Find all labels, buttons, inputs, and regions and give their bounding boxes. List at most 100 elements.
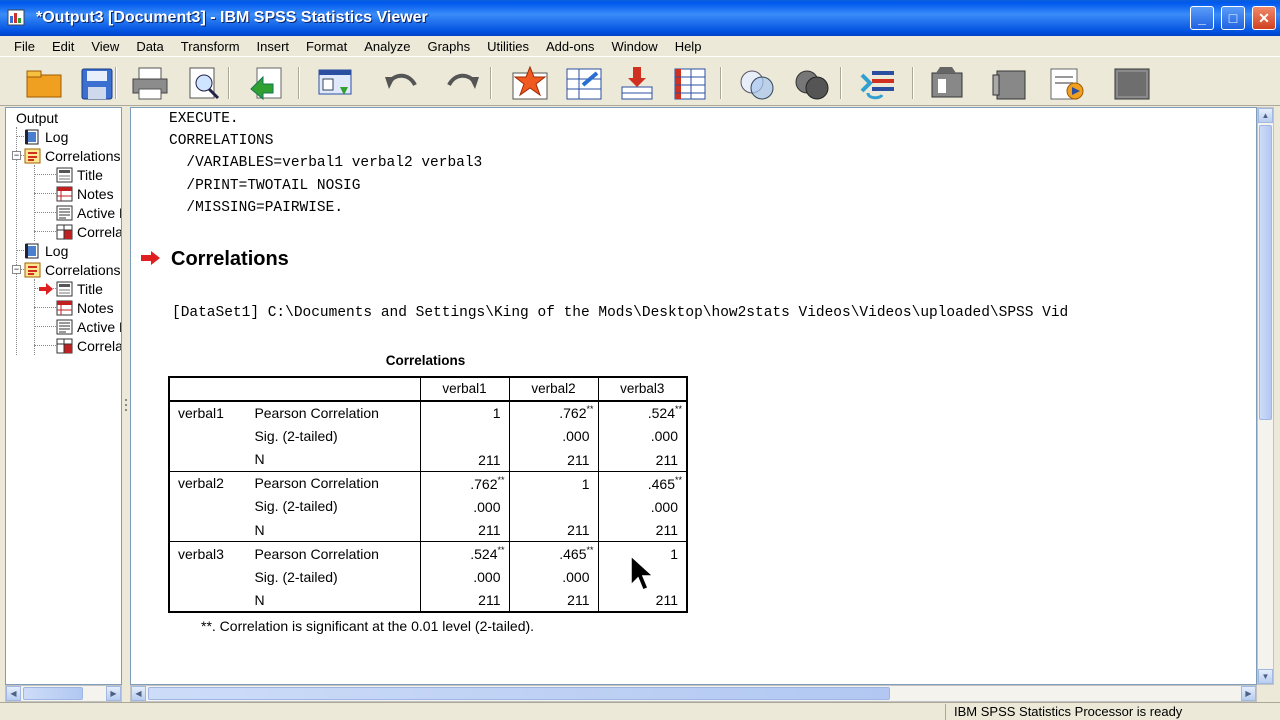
outline-item[interactable]: Correlations xyxy=(56,222,121,241)
viewer-content-pane[interactable]: EXECUTE. CORRELATIONS /VARIABLES=verbal1… xyxy=(130,107,1257,685)
outline-item[interactable]: Notes xyxy=(56,184,114,203)
goto-case-icon[interactable] xyxy=(562,65,606,101)
menu-edit[interactable]: Edit xyxy=(52,39,74,54)
table-cell[interactable]: 211 xyxy=(420,447,510,472)
column-header[interactable]: verbal1 xyxy=(419,376,509,402)
syntax-line: CORRELATIONS xyxy=(169,133,274,149)
menu-utilities[interactable]: Utilities xyxy=(487,39,529,54)
outline-item[interactable]: Active Dataset xyxy=(56,317,121,336)
scroll-left-button[interactable]: ◀ xyxy=(131,686,146,701)
redo-icon[interactable] xyxy=(438,65,482,101)
row-variable-label: verbal1 xyxy=(167,400,247,424)
goto-variable-icon[interactable] xyxy=(615,65,659,101)
variables-icon[interactable] xyxy=(668,65,712,101)
outline-item[interactable]: Correlations xyxy=(56,336,121,355)
pane-splitter[interactable] xyxy=(122,107,130,702)
outline-item[interactable]: Log xyxy=(24,127,68,146)
close-button[interactable]: ✕ xyxy=(1252,6,1276,30)
table-cell[interactable]: .762** xyxy=(509,400,599,424)
menu-graphs[interactable]: Graphs xyxy=(427,39,470,54)
table-cell[interactable]: 211 xyxy=(509,588,599,613)
print-icon[interactable] xyxy=(128,65,172,101)
menu-help[interactable]: Help xyxy=(675,39,702,54)
scroll-down-button[interactable]: ▼ xyxy=(1258,669,1273,684)
table-cell[interactable]: 1 xyxy=(420,400,510,424)
print-preview-icon[interactable] xyxy=(181,65,225,101)
collapse-toggle-icon[interactable]: − xyxy=(12,151,21,160)
export-icon[interactable] xyxy=(246,65,290,101)
output-heading[interactable]: Correlations xyxy=(171,248,289,271)
table-cell[interactable]: .465** xyxy=(509,541,599,565)
content-horizontal-scrollbar[interactable]: ◀ ▶ xyxy=(130,685,1257,702)
row-variable-label: verbal3 xyxy=(167,541,247,565)
content-vertical-scrollbar[interactable]: ▲ ▼ xyxy=(1257,107,1274,685)
outline-item[interactable]: Active Dataset xyxy=(56,203,121,222)
table-cell[interactable]: .000 xyxy=(598,424,688,448)
table-cell[interactable]: .000 xyxy=(420,565,510,589)
table-cell[interactable]: .000 xyxy=(420,494,510,518)
toolbar-separator xyxy=(912,67,914,99)
table-cell[interactable]: 211 xyxy=(598,518,688,542)
circles-icon[interactable] xyxy=(790,65,834,101)
menu-view[interactable]: View xyxy=(91,39,119,54)
table-cell[interactable]: .000 xyxy=(509,565,599,589)
undo-icon[interactable] xyxy=(380,65,424,101)
table-cell[interactable]: .000 xyxy=(509,424,599,448)
scroll-right-button[interactable]: ▶ xyxy=(106,686,121,701)
table-cell[interactable]: 211 xyxy=(509,518,599,542)
promote-icon[interactable] xyxy=(925,65,969,101)
correlations-table[interactable]: verbal1 verbal2 verbal3 verbal1 Pearson Corr… xyxy=(167,376,688,613)
table-cell[interactable]: .465** xyxy=(598,471,688,495)
table-cell[interactable]: 1 xyxy=(509,471,599,495)
menu-data[interactable]: Data xyxy=(136,39,163,54)
table-cell[interactable]: 211 xyxy=(509,447,599,472)
menu-add-ons[interactable]: Add-ons xyxy=(546,39,594,54)
outline-item[interactable]: Title xyxy=(56,165,103,184)
save-icon[interactable] xyxy=(75,65,119,101)
table-cell[interactable]: 211 xyxy=(420,518,510,542)
outline-item[interactable]: Correlations xyxy=(24,260,120,279)
menu-format[interactable]: Format xyxy=(306,39,347,54)
column-header[interactable]: verbal2 xyxy=(508,376,598,402)
recall-dialog-icon[interactable] xyxy=(313,65,357,101)
table-cell[interactable] xyxy=(420,424,510,448)
tree-connector xyxy=(34,165,35,241)
spss-app-icon[interactable] xyxy=(6,7,28,29)
table-cell[interactable]: .000 xyxy=(598,494,688,518)
outline-root[interactable]: Output xyxy=(16,108,58,127)
table-cell[interactable]: .524** xyxy=(598,400,688,424)
table-cell[interactable]: 211 xyxy=(420,588,510,613)
outline-item[interactable]: Title xyxy=(56,279,103,298)
scroll-up-button[interactable]: ▲ xyxy=(1258,108,1273,123)
maximize-button[interactable]: □ xyxy=(1221,6,1245,30)
expand-icon[interactable] xyxy=(1044,65,1088,101)
menu-analyze[interactable]: Analyze xyxy=(364,39,410,54)
outline-horizontal-scrollbar[interactable]: ◀ ▶ xyxy=(5,685,122,702)
table-cell[interactable]: 211 xyxy=(598,447,688,472)
menu-transform[interactable]: Transform xyxy=(181,39,240,54)
collapse-toggle-icon[interactable]: − xyxy=(12,265,21,274)
scroll-right-button[interactable]: ▶ xyxy=(1241,686,1256,701)
table-cell[interactable]: .762** xyxy=(420,471,510,495)
outline-item[interactable]: Correlations xyxy=(24,146,120,165)
outline-item[interactable]: Log xyxy=(24,241,68,260)
menu-window[interactable]: Window xyxy=(611,39,657,54)
menu-file[interactable]: File xyxy=(14,39,35,54)
demote-icon[interactable] xyxy=(988,65,1032,101)
column-header[interactable]: verbal3 xyxy=(597,376,688,402)
goto-data-icon[interactable] xyxy=(508,65,552,101)
scroll-thumb[interactable] xyxy=(23,687,83,700)
collapse-icon[interactable] xyxy=(1110,65,1154,101)
scroll-thumb[interactable] xyxy=(148,687,890,700)
minimize-button[interactable]: _ xyxy=(1190,6,1214,30)
table-cell[interactable] xyxy=(509,494,599,518)
scroll-left-button[interactable]: ◀ xyxy=(6,686,21,701)
scroll-thumb[interactable] xyxy=(1259,125,1272,420)
outline-item[interactable]: Notes xyxy=(56,298,114,317)
venn-icon[interactable] xyxy=(735,65,779,101)
open-icon[interactable] xyxy=(22,65,66,101)
table-cell[interactable]: .524** xyxy=(420,541,510,565)
menu-insert[interactable]: Insert xyxy=(257,39,290,54)
outline-pane[interactable]: OutputLog−CorrelationsTitleNotesActive D… xyxy=(5,107,122,685)
designate-window-icon[interactable] xyxy=(857,65,901,101)
